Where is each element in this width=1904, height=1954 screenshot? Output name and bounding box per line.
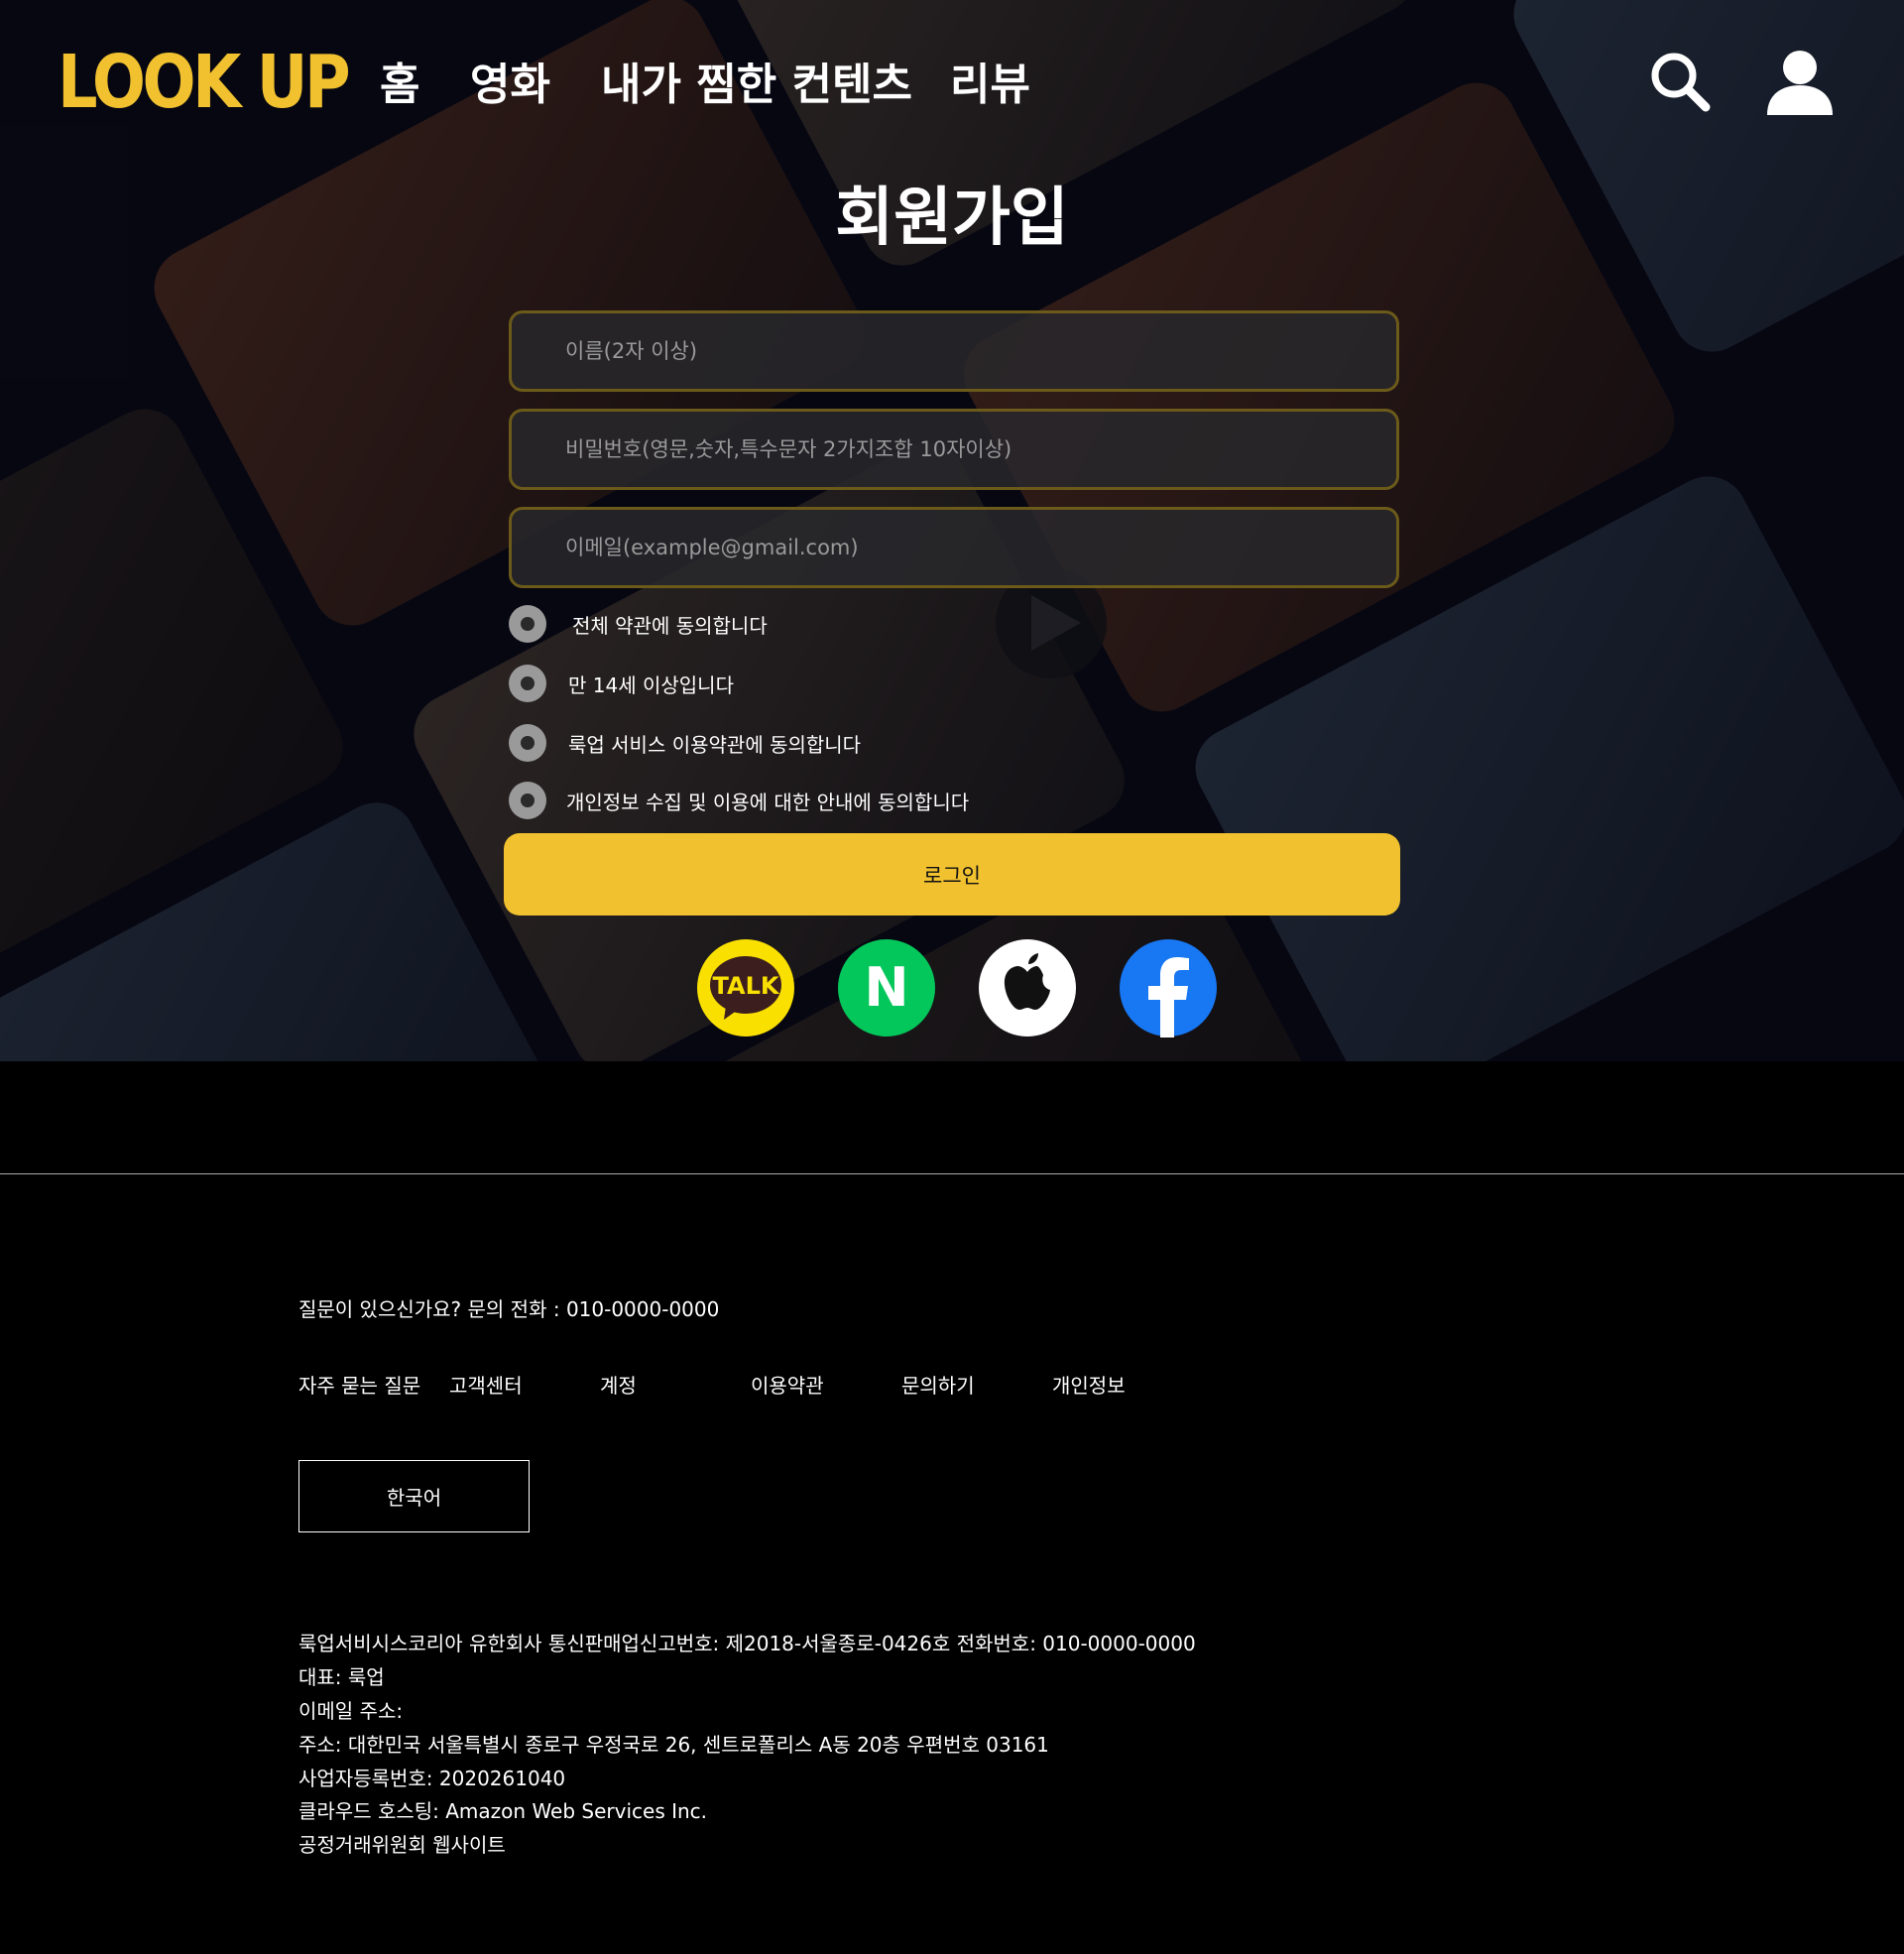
company-info-ceo: 대표: 룩업 [298,1665,385,1689]
footer-link-privacy[interactable]: 개인정보 [1052,1370,1126,1399]
agreement-terms-label: 룩업 서비스 이용약관에 동의합니다 [568,732,862,757]
company-info-hosting: 클라우드 호스팅: Amazon Web Services Inc. [298,1799,708,1823]
page-title: 회원가입 [835,182,1069,255]
email-field[interactable] [509,507,1399,588]
agreement-all-label: 전체 약관에 동의합니다 [572,613,768,638]
agreement-age-radio[interactable] [509,665,546,702]
company-info-email: 이메일 주소: [298,1699,404,1723]
footer-divider [0,1173,1904,1174]
nav-item-movies[interactable]: 영화 [470,58,550,113]
search-icon[interactable] [1648,50,1712,117]
agreement-terms-row[interactable]: 룩업 서비스 이용약관에 동의합니다 [509,723,861,763]
facebook-icon [1120,939,1217,1038]
nav-item-home[interactable]: 홈 [380,58,419,113]
password-input[interactable] [563,436,1396,462]
footer-link-contact[interactable]: 문의하기 [901,1370,975,1399]
agreement-age-row[interactable]: 만 14세 이상입니다 [509,664,734,703]
agreement-privacy-label: 개인정보 수집 및 이용에 대한 안내에 동의합니다 [566,790,970,814]
agreement-all-radio[interactable] [509,605,546,643]
footer-link-support[interactable]: 고객센터 [449,1370,523,1399]
agreement-privacy-radio[interactable] [509,782,546,819]
agreement-age-label: 만 14세 이상입니다 [568,672,734,697]
kakao-login-button[interactable]: TALK [696,938,795,1038]
naver-login-button[interactable]: N [837,938,936,1038]
nav-item-reviews[interactable]: 리뷰 [950,58,1030,113]
name-field[interactable] [509,310,1399,392]
name-input[interactable] [563,338,1396,364]
footer-link-terms[interactable]: 이용약관 [751,1370,824,1399]
top-navigation: LOOK UP 홈 영화 내가 찜한 컨텐츠 리뷰 [0,0,1904,174]
agreement-privacy-row[interactable]: 개인정보 수집 및 이용에 대한 안내에 동의합니다 [509,781,969,820]
email-input[interactable] [563,535,1396,560]
radio-dot [521,736,535,750]
company-info-registration: 룩업서비시스코리아 유한회사 통신판매업신고번호: 제2018-서울종로-042… [298,1632,1196,1655]
ftc-website-link[interactable]: 공정거래위원회 웹사이트 [298,1832,506,1858]
kakao-talk-text: TALK [713,972,780,1000]
apple-login-button[interactable] [978,938,1077,1038]
footer-link-account[interactable]: 계정 [600,1370,637,1399]
agreement-terms-radio[interactable] [509,724,546,762]
radio-dot [521,794,535,807]
company-info-address: 주소: 대한민국 서울특별시 종로구 우정국로 26, 센트로폴리스 A동 20… [298,1733,1049,1757]
hero-section: LOOK UP 홈 영화 내가 찜한 컨텐츠 리뷰 회원가입 전체 약관에 [0,0,1904,1061]
kakao-talk-icon: TALK [697,939,794,1037]
logo[interactable]: LOOK UP [58,46,351,119]
facebook-login-button[interactable] [1119,938,1218,1038]
apple-icon [979,939,1076,1037]
footer-link-faq[interactable]: 자주 묻는 질문 [298,1370,420,1399]
radio-dot [521,676,535,690]
radio-dot [521,617,535,631]
login-button[interactable]: 로그인 [504,833,1400,916]
agreement-all-row[interactable]: 전체 약관에 동의합니다 [509,604,768,644]
naver-letter: N [864,956,908,1019]
language-selector[interactable]: 한국어 [298,1460,530,1532]
nav-item-my-list[interactable]: 내가 찜한 컨텐츠 [601,58,912,113]
naver-icon: N [838,939,935,1037]
password-field[interactable] [509,409,1399,490]
company-info-business-number: 사업자등록번호: 2020261040 [298,1767,566,1790]
footer-question: 질문이 있으신가요? 문의 전화 : 010-0000-0000 [298,1297,720,1321]
user-icon[interactable] [1765,50,1835,119]
